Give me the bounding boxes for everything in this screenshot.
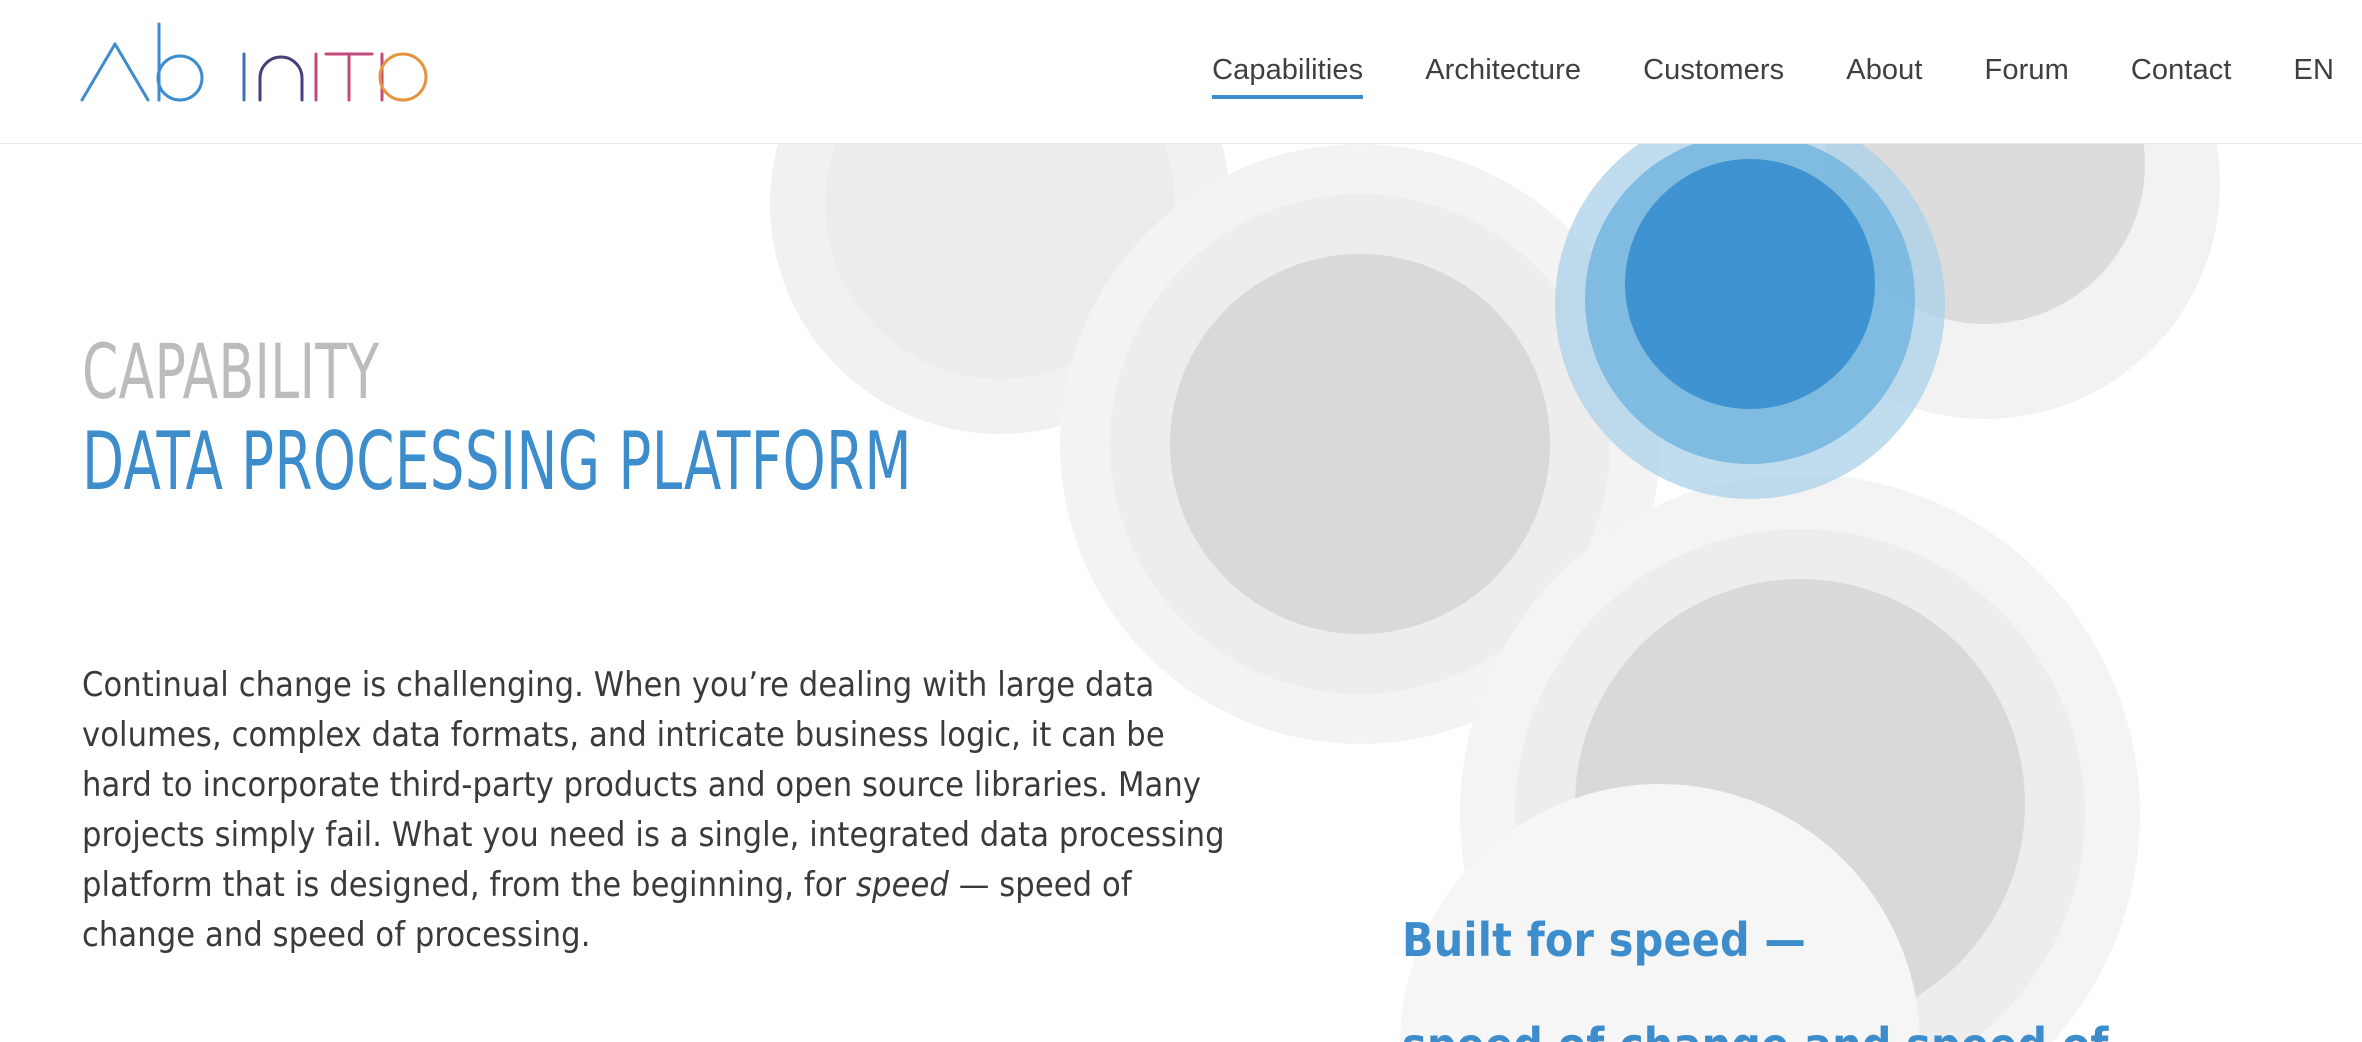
page-title: DATA PROCESSING PLATFORM	[82, 415, 913, 508]
pullquote-line-1: Built for speed —	[1402, 913, 1807, 967]
nav-item-customers[interactable]: Customers	[1643, 46, 1784, 99]
nav-item-about[interactable]: About	[1846, 46, 1922, 99]
hero-content: CAPABILITY DATA PROCESSING PLATFORM Cont…	[0, 144, 2362, 1042]
nav-item-forum[interactable]: Forum	[1985, 46, 2069, 99]
hero-heading-block: CAPABILITY DATA PROCESSING PLATFORM	[82, 334, 1174, 502]
page-root: Capabilities Architecture Customers Abou…	[0, 0, 2362, 1042]
primary-navigation: Capabilities Architecture Customers Abou…	[1212, 0, 2362, 144]
logo-artwork	[80, 22, 428, 102]
pullquote-line-2: speed of change and speed of processing	[1402, 1009, 2222, 1042]
nav-item-contact[interactable]: Contact	[2131, 46, 2232, 99]
ab-initio-logo[interactable]	[78, 22, 428, 104]
language-selector[interactable]: EN	[2294, 46, 2335, 99]
site-header: Capabilities Architecture Customers Abou…	[0, 0, 2362, 144]
nav-item-capabilities[interactable]: Capabilities	[1212, 46, 1364, 99]
hero-pullquote: Built for speed — speed of change and sp…	[1402, 904, 2222, 1042]
hero-body-paragraph: Continual change is challenging. When yo…	[82, 660, 1230, 960]
nav-item-architecture[interactable]: Architecture	[1425, 46, 1581, 99]
body-text-emphasis: speed	[856, 865, 949, 905]
page-eyebrow: CAPABILITY	[82, 327, 380, 416]
